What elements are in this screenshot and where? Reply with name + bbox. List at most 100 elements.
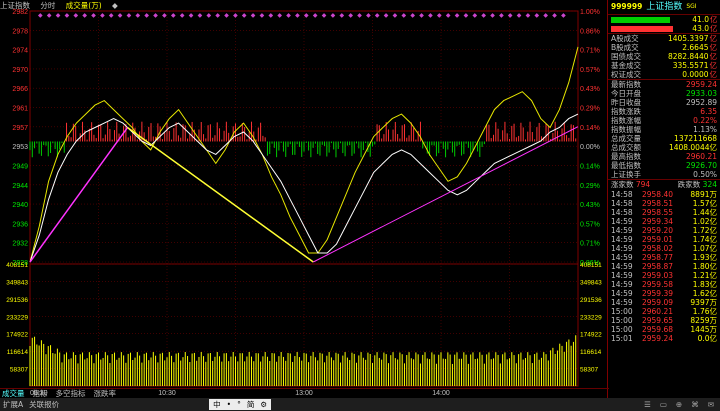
tick-volume: 1.21亿 [692,271,717,280]
tick-row: 15:00 2959.68 1445万 [608,325,720,334]
stat-label: 总成交量 [611,134,641,143]
status-expand-a[interactable]: 扩展A [3,398,23,411]
bar-value: 43.0 [692,24,709,33]
event-marker: ◆ [499,13,504,19]
event-marker: ◆ [543,13,548,19]
ime-chinese-icon[interactable]: 中 [213,399,221,410]
pct-tick-label: 0.43% [580,86,600,93]
stat-row: 最高指数 2960.21 [608,152,720,161]
tick-price: 2959.68 [641,325,673,334]
turnover-unit: 亿 [709,52,718,61]
price-tick-label: 2957 [12,125,28,132]
volume-unit-label: 成交量(万) [65,1,102,10]
turnover-unit: 亿 [709,34,718,43]
event-marker: ◆ [552,13,557,19]
index-name: 上证指数 [646,2,683,12]
stat-label: 最低指数 [611,161,641,170]
tick-row: 14:58 2958.40 8891万 [608,190,720,199]
tick-time: 14:59 [611,280,633,289]
event-marker: ◆ [269,13,274,19]
tick-price: 2958.40 [641,190,673,199]
turnover-label: B股成交 [611,43,639,52]
event-marker: ◆ [357,13,362,19]
event-marker: ◆ [242,13,247,19]
event-marker: ◆ [277,13,282,19]
turnover-value: 0.0000 [682,70,709,79]
event-marker: ◆ [464,13,469,19]
event-marker: ◆ [304,13,309,19]
event-marker: ◆ [472,13,477,19]
volume-tick-label: 408151 [6,262,28,269]
tick-volume: 1.62亿 [692,289,717,298]
event-marker: ◆ [38,13,43,19]
stat-label: 总成交额 [611,143,641,152]
ime-settings-icon[interactable]: ⚙ [260,399,267,410]
diamond-icon[interactable]: ◆ [112,1,118,10]
turnover-label: 国债成交 [611,52,641,61]
stat-row: 指数涨跌 6.35 [608,107,720,116]
stat-value: 2952.89 [685,98,717,107]
index-title: 上证指数 [0,1,30,10]
ime-dot-icon[interactable]: • [227,399,231,410]
tick-price: 2959.01 [641,235,673,244]
tick-time: 14:59 [611,271,633,280]
event-marker: ◆ [526,13,531,19]
event-marker: ◆ [82,13,87,19]
stat-value: 2959.24 [685,80,717,89]
globe-icon[interactable]: ⊕ [676,398,682,411]
tick-time: 14:58 [611,190,633,199]
tick-volume: 1.80亿 [692,262,717,271]
event-marker: ◆ [508,13,513,19]
volume-tick-label-right: 58307 [580,367,598,374]
tick-row: 14:59 2959.01 1.74亿 [608,235,720,244]
tick-price: 2958.02 [641,244,673,253]
event-marker: ◆ [286,13,291,19]
tick-volume: 1.93亿 [692,253,717,262]
event-marker: ◆ [490,13,495,19]
tick-row: 15:01 2959.24 0.0亿 [608,334,720,343]
event-marker: ◆ [109,13,114,19]
chart-canvas[interactable]: 2982 1.00%2978 0.86%2974 0.71%2970 0.57%2966… [0,0,607,398]
status-linked-quote[interactable]: 关联报价 [29,398,59,411]
ime-simplified-icon[interactable]: 简 [247,399,255,410]
price-tick-label: 2961 [12,106,28,113]
tick-row: 14:58 2958.55 1.44亿 [608,208,720,217]
tick-list[interactable]: 14:58 2958.40 8891万 14:58 2958.51 1.57亿 14:58 2… [608,190,720,343]
event-marker: ◆ [393,13,398,19]
intraday-chart[interactable]: 2982 1.00% 2978 0.86% 2974 0.71% 2970 0.57% 2966… [0,0,607,398]
tick-price: 2958.87 [641,262,673,271]
mail-icon[interactable]: ✉ [708,398,714,411]
tick-price: 2959.39 [641,289,673,298]
event-marker: ◆ [419,13,424,19]
tick-price: 2958.51 [641,199,673,208]
event-marker: ◆ [198,13,203,19]
stat-value: 2960.21 [685,152,717,161]
event-marker: ◆ [295,13,300,19]
ime-punct-icon[interactable]: ° [237,399,241,410]
window-icon[interactable]: ▭ [660,398,667,411]
volume-bar-row: 43.0 亿 [608,24,720,33]
tick-volume: 1.83亿 [692,280,717,289]
trendline-up-1 [29,127,129,263]
turnover-row: A股成交 1405.3397亿 [608,34,720,43]
lead-series-line [29,46,579,263]
volume-tick-label-right: 349843 [580,279,602,286]
price-tick-label: 2949 [12,163,28,170]
updown-counts: 涨家数 794 跌家数 324 [608,179,720,190]
event-marker: ◆ [73,13,78,19]
event-marker: ◆ [180,13,185,19]
tick-volume: 1.76亿 [692,307,717,316]
exchange-tag: SGI [686,3,697,10]
event-marker: ◆ [233,13,238,19]
menu-icon[interactable]: ☰ [644,398,651,411]
event-marker: ◆ [455,13,460,19]
command-icon[interactable]: ⌘ [691,398,699,411]
mode-label[interactable]: 分时 [40,1,55,10]
tick-volume: 1.72亿 [692,226,717,235]
stat-label: 昨日收盘 [611,98,641,107]
ime-toolbar[interactable]: 中 • ° 简 ⚙ [209,399,272,410]
event-marker: ◆ [410,13,415,19]
tick-time: 15:00 [611,316,633,325]
tick-time: 15:01 [611,334,633,343]
event-marker: ◆ [136,13,141,19]
